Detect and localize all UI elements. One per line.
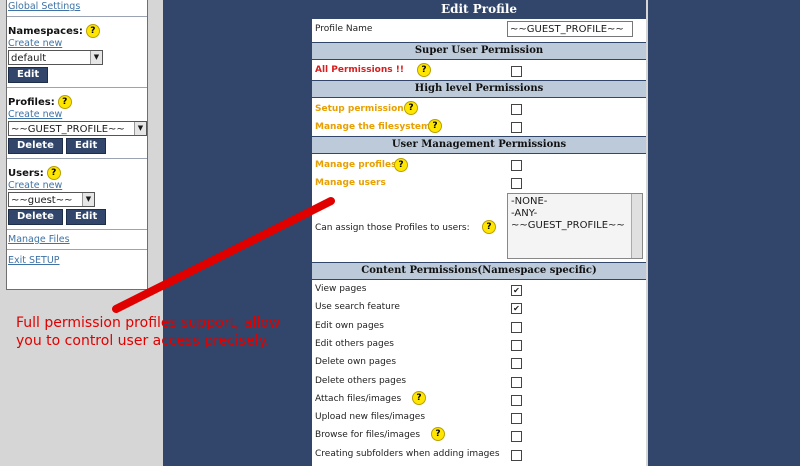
profile-edit-button[interactable]: Edit [66,138,107,154]
permission-checkbox[interactable] [511,321,522,333]
exit-setup-link[interactable]: Exit SETUP [8,255,147,267]
permission-checkbox[interactable] [511,413,522,425]
assign-option[interactable]: ~~GUEST_PROFILE~~ [511,220,625,232]
user-management-header: User Management Permissions [312,137,646,153]
permission-label: Use search feature [315,302,400,313]
permission-checkbox[interactable] [511,431,522,443]
chevron-down-icon: ▼ [134,122,146,135]
manage-users-label: Manage users [315,178,386,188]
high-level-header: High level Permissions [312,81,646,97]
namespaces-create-link[interactable]: Create new [8,38,147,50]
permission-label: Creating subfolders when adding images [315,448,500,459]
permission-checkbox[interactable] [511,376,522,388]
permission-label: Attach files/images [315,393,402,404]
help-icon[interactable]: ? [412,390,426,405]
profile-name-label: Profile Name [315,24,373,34]
form-title: Edit Profile [440,2,518,16]
permission-checkbox[interactable] [511,339,522,351]
manage-filesystem-checkbox[interactable] [511,122,522,133]
permission-label: Edit own pages [315,320,384,331]
help-icon[interactable]: ? [46,166,61,180]
high-level-rows: Setup permission ? Manage the filesystem… [312,98,646,136]
profile-name-input[interactable]: ~~GUEST_PROFILE~~ [507,21,633,37]
assign-profiles-label: Can assign those Profiles to users: [315,223,470,233]
manage-profiles-checkbox[interactable] [511,160,522,171]
chevron-down-icon: ▼ [82,193,94,206]
assign-option[interactable]: -ANY- [511,208,537,220]
content-permissions-header: Content Permissions(Namespace specific) [312,263,646,279]
permission-checkbox[interactable] [511,394,522,406]
user-edit-button[interactable]: Edit [66,209,107,225]
help-icon[interactable]: ? [404,101,418,115]
all-permissions-row: All Permissions !! ? [312,60,646,80]
permission-label: View pages [315,284,367,294]
permission-label: Delete others pages [315,375,407,386]
background-panel [163,0,312,466]
manage-users-checkbox[interactable] [511,178,522,189]
annotation-text: Full permission profiles support, allow … [16,315,281,349]
permission-label: Upload new files/images [315,412,426,423]
user-management-rows: Manage profiles ? Manage users Can assig… [312,154,646,262]
assign-option[interactable]: -NONE- [511,196,547,208]
users-create-link[interactable]: Create new [8,180,147,192]
help-icon[interactable]: ? [428,119,442,133]
permission-checkbox[interactable]: ✔ [511,303,522,315]
all-permissions-checkbox[interactable] [511,66,522,77]
assign-profiles-listbox[interactable]: -NONE- -ANY- ~~GUEST_PROFILE~~ [507,193,643,259]
setup-permission-checkbox[interactable] [511,104,522,115]
global-settings-link[interactable]: Global Settings [8,1,147,13]
content-permissions-rows: View pages ✔ Use search feature ✔ Edit own p… [312,280,646,466]
setup-sidebar: Global Settings Namespaces:? Create new … [6,0,148,290]
help-icon[interactable]: ? [417,63,431,77]
chevron-down-icon: ▼ [90,51,102,64]
scrollbar[interactable] [631,194,642,258]
edit-profile-form: Edit Profile Profile Name ~~GUEST_PROFIL… [312,0,646,466]
background-panel [648,0,800,466]
help-icon[interactable]: ? [431,427,445,442]
profile-name-row: Profile Name ~~GUEST_PROFILE~~ [312,19,646,42]
user-select[interactable]: ~~guest~~ ▼ [8,192,95,207]
help-icon[interactable]: ? [57,95,72,109]
permission-checkbox[interactable] [511,449,522,461]
setup-permission-label: Setup permission [315,104,404,114]
help-icon[interactable]: ? [85,24,100,38]
permission-checkbox[interactable]: ✔ [511,285,522,296]
profile-delete-button[interactable]: Delete [8,138,63,154]
all-permissions-label: All Permissions !! [315,65,404,75]
permission-checkbox[interactable] [511,358,522,370]
permission-label: Delete own pages [315,357,397,368]
profiles-label: Profiles: [8,97,55,108]
namespace-edit-button[interactable]: Edit [8,67,49,83]
manage-filesystem-label: Manage the filesystem [315,122,431,132]
users-label: Users: [8,168,44,179]
help-icon[interactable]: ? [482,220,496,234]
permission-label: Edit others pages [315,338,394,349]
profile-select[interactable]: ~~GUEST_PROFILE~~ ▼ [8,121,147,136]
permission-label: Browse for files/images [315,430,421,441]
profiles-create-link[interactable]: Create new [8,109,147,121]
manage-profiles-label: Manage profiles [315,160,397,170]
super-user-header: Super User Permission [312,43,646,59]
help-icon[interactable]: ? [394,158,408,172]
user-delete-button[interactable]: Delete [8,209,63,225]
namespace-select[interactable]: default ▼ [8,50,103,65]
namespaces-label: Namespaces: [8,26,83,37]
manage-files-link[interactable]: Manage Files [8,234,147,246]
